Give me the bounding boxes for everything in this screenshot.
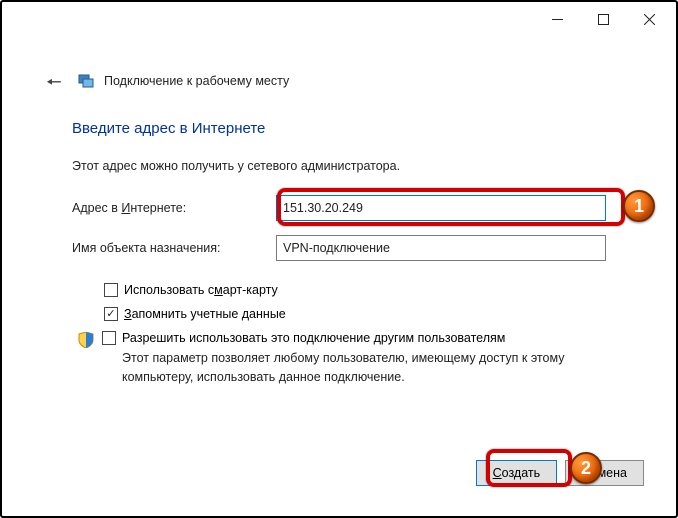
annotation-badge-1: 1 [623,190,655,222]
titlebar [2,2,676,36]
page-heading: Введите адрес в Интернете [72,120,606,137]
remember-checkbox[interactable] [104,307,118,321]
remember-label: Запомнить учетные данные [124,307,286,321]
shield-icon [78,332,94,348]
allow-others-label: Разрешить использовать это подключение д… [122,331,505,345]
window-title: Подключение к рабочему месту [104,74,289,88]
annotation-badge-2: 2 [570,452,602,484]
smartcard-checkbox[interactable] [104,283,118,297]
maximize-button[interactable] [580,4,626,34]
page-subtext: Этот адрес можно получить у сетевого адм… [72,159,606,173]
minimize-button[interactable] [534,4,580,34]
network-icon [78,73,94,89]
back-icon[interactable]: 🠔 [46,70,62,100]
allow-others-checkbox[interactable] [102,331,116,345]
destination-input[interactable] [276,235,606,261]
smartcard-label: Использовать смарт-карту [124,283,278,297]
dialog-window: 🠔 Подключение к рабочему месту Введите а… [0,0,678,518]
address-input[interactable] [276,195,606,221]
close-button[interactable] [626,4,672,34]
address-label: Адрес в Интернете: [72,201,276,215]
create-button[interactable]: Создать [476,460,558,486]
destination-label: Имя объекта назначения: [72,241,276,255]
allow-others-help: Этот параметр позволяет любому пользоват… [122,349,606,387]
